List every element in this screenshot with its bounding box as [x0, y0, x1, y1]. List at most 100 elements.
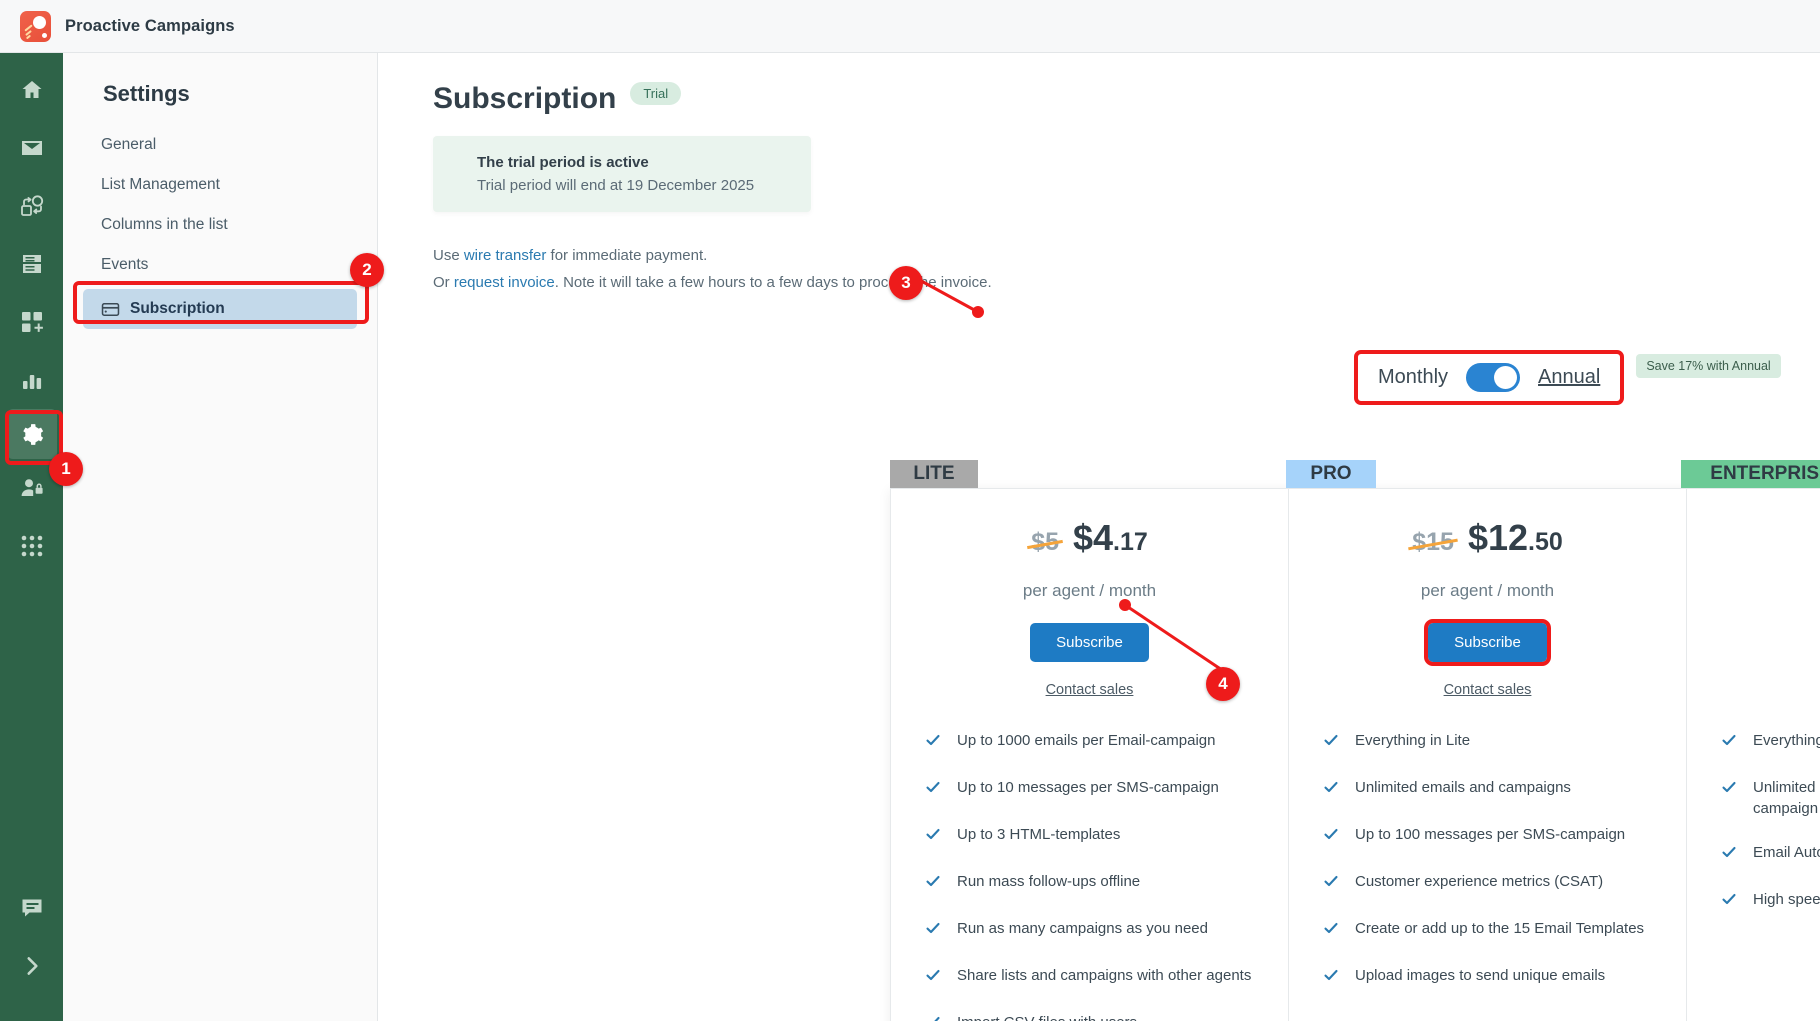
- payment-line-1: Use wire transfer for immediate payment.: [433, 242, 1820, 269]
- wire-transfer-link[interactable]: wire transfer: [464, 247, 547, 264]
- subscribe-button-pro[interactable]: Subscribe: [1424, 619, 1551, 666]
- list-item: High speed campaignsi: [1721, 889, 1820, 913]
- feature-text: Upload images to send unique emails: [1355, 967, 1606, 984]
- monthly-label[interactable]: Monthly: [1378, 366, 1448, 389]
- feature-text: Customer experience metrics (CSAT): [1355, 873, 1604, 890]
- check-icon: [1323, 826, 1339, 848]
- current-price: $4.17: [1073, 517, 1148, 559]
- feature-text: Up to 1000 emails per Email-campaign: [957, 732, 1216, 749]
- check-icon: [1721, 891, 1737, 913]
- database-list-icon[interactable]: [0, 235, 63, 293]
- tab-pro[interactable]: PRO: [1286, 460, 1376, 488]
- tab-lite[interactable]: LITE: [890, 460, 978, 488]
- billing-toggle-row: Monthly Annual Save 17% with Annual: [1354, 350, 1781, 405]
- sidebar-item-label: Columns in the list: [101, 216, 228, 233]
- tab-enterprise[interactable]: ENTERPRISE: [1681, 460, 1820, 488]
- check-icon: [1323, 967, 1339, 989]
- feature-text: Up to 100 messages per SMS-campaign: [1355, 826, 1626, 843]
- list-item: Up to 1000 emails per Email-campaign: [925, 730, 1258, 754]
- sidebar-item-general[interactable]: General: [83, 125, 357, 165]
- sidebar-item-settings-gear-icon[interactable]: [6, 409, 57, 459]
- feature-text: High speed campaigns: [1753, 891, 1820, 908]
- list-item: Everything in Pro: [1721, 730, 1820, 754]
- check-icon: [1323, 920, 1339, 942]
- payment-instructions: Use wire transfer for immediate payment.…: [433, 242, 1820, 296]
- page-header: Subscription Trial: [433, 81, 1820, 116]
- check-icon: [1721, 779, 1737, 801]
- apps-grid-icon[interactable]: [0, 517, 63, 575]
- list-item: Everything in Lite: [1323, 730, 1656, 754]
- payment-line-2: Or request invoice. Note it will take a …: [433, 269, 1820, 296]
- trial-status-card: The trial period is active Trial period …: [433, 136, 811, 212]
- sidebar-item-subscription[interactable]: Subscription: [83, 289, 357, 329]
- billing-period-toggle[interactable]: Monthly Annual: [1354, 350, 1625, 405]
- old-price: $15: [1412, 528, 1454, 556]
- list-item: Run mass follow-ups offline: [925, 871, 1258, 895]
- chevron-right-icon[interactable]: [0, 937, 63, 995]
- list-item: Up to 3 HTML-templates: [925, 824, 1258, 848]
- chat-bubble-icon[interactable]: [0, 879, 63, 937]
- list-item: Email Automations: [1721, 842, 1820, 866]
- check-icon: [925, 779, 941, 801]
- bar-chart-icon[interactable]: [0, 351, 63, 409]
- trial-card-heading: The trial period is active: [477, 154, 649, 171]
- list-item: Create or add up to the 15 Email Templat…: [1323, 918, 1656, 942]
- annotation-badge-4: 4: [1206, 667, 1240, 701]
- grid-plus-icon[interactable]: [0, 293, 63, 351]
- feature-text: Unlimited emails and campaigns: [1355, 779, 1571, 796]
- check-icon: [925, 967, 941, 989]
- feature-text: Run as many campaigns as you need: [957, 920, 1208, 937]
- billing-period-switch[interactable]: [1466, 363, 1521, 392]
- check-icon: [925, 826, 941, 848]
- plan-card-pro: $15 $12.50 per agent / month Subscribe C…: [1288, 489, 1686, 1021]
- price-cents: .17: [1113, 528, 1148, 556]
- annual-label[interactable]: Annual: [1538, 366, 1600, 389]
- price-row: $5 $4.17: [891, 517, 1288, 559]
- subscribe-button-lite[interactable]: Subscribe: [1030, 623, 1149, 662]
- contact-sales-link-enterprise[interactable]: Contact sales: [1687, 682, 1820, 698]
- list-item: Run as many campaigns as you need: [925, 918, 1258, 942]
- page-title: Subscription: [433, 82, 617, 115]
- price-main: $12: [1467, 517, 1529, 558]
- app-root: Proactive Campaigns Settings General Lis…: [0, 0, 1820, 1021]
- feature-text-wrap: High speed campaignsi: [1753, 889, 1820, 911]
- sidebar-item-label: Subscription: [130, 300, 225, 317]
- price-main: $4: [1073, 517, 1114, 558]
- list-item: Upload images to send unique emails: [1323, 965, 1656, 989]
- proactive-campaigns-logo-icon: [20, 10, 51, 42]
- pricing-plans: LITE PRO ENTERPRISE $5 $4.17 per agent /…: [890, 460, 1820, 1021]
- check-icon: [925, 732, 941, 754]
- feature-text: Run mass follow-ups offline: [957, 873, 1141, 890]
- sidebar-item-list-management[interactable]: List Management: [83, 165, 357, 205]
- feature-text: Up to 3 HTML-templates: [957, 826, 1121, 843]
- old-price: $5: [1031, 528, 1059, 556]
- workflow-sync-icon[interactable]: [0, 177, 63, 235]
- sidebar-item-label: General: [101, 136, 157, 153]
- annotation-badge-1: 1: [49, 452, 83, 486]
- price-period: per agent / month: [1022, 581, 1157, 600]
- request-invoice-link[interactable]: request invoice: [454, 274, 555, 291]
- credit-card-icon: [101, 300, 120, 319]
- trial-card-subtext: Trial period will end at 19 December 202…: [477, 177, 755, 194]
- sidebar-item-events[interactable]: Events: [83, 245, 357, 285]
- feature-text: Everything in Lite: [1355, 732, 1471, 749]
- payment-line-2-post: . Note it will take a few hours to a few…: [554, 274, 992, 291]
- feature-list-lite: Up to 1000 emails per Email-campaign Up …: [891, 730, 1288, 1021]
- feature-text: Everything in Pro: [1753, 732, 1820, 749]
- payment-line-1-post: for immediate payment.: [546, 247, 708, 264]
- status-badge-trial: Trial: [630, 81, 682, 105]
- envelope-icon[interactable]: [0, 119, 63, 177]
- annotation-badge-3: 3: [889, 266, 923, 300]
- sidebar-item-label: List Management: [101, 176, 220, 193]
- plan-tabs: LITE PRO ENTERPRISE: [890, 460, 1820, 488]
- check-icon: [925, 920, 941, 942]
- home-icon[interactable]: [0, 61, 63, 119]
- settings-nav-panel: Settings General List Management Columns…: [63, 53, 378, 1021]
- contact-sales-link-pro[interactable]: Contact sales: [1289, 682, 1686, 698]
- main-content: Subscription Trial The trial period is a…: [379, 53, 1820, 1021]
- sidebar-item-columns-in-the-list[interactable]: Columns in the list: [83, 205, 357, 245]
- left-rail: [0, 53, 63, 1021]
- feature-text: Create or add up to the 15 Email Templat…: [1355, 920, 1645, 937]
- app-title: Proactive Campaigns: [65, 16, 235, 35]
- list-item: Up to 100 messages per SMS-campaign: [1323, 824, 1656, 848]
